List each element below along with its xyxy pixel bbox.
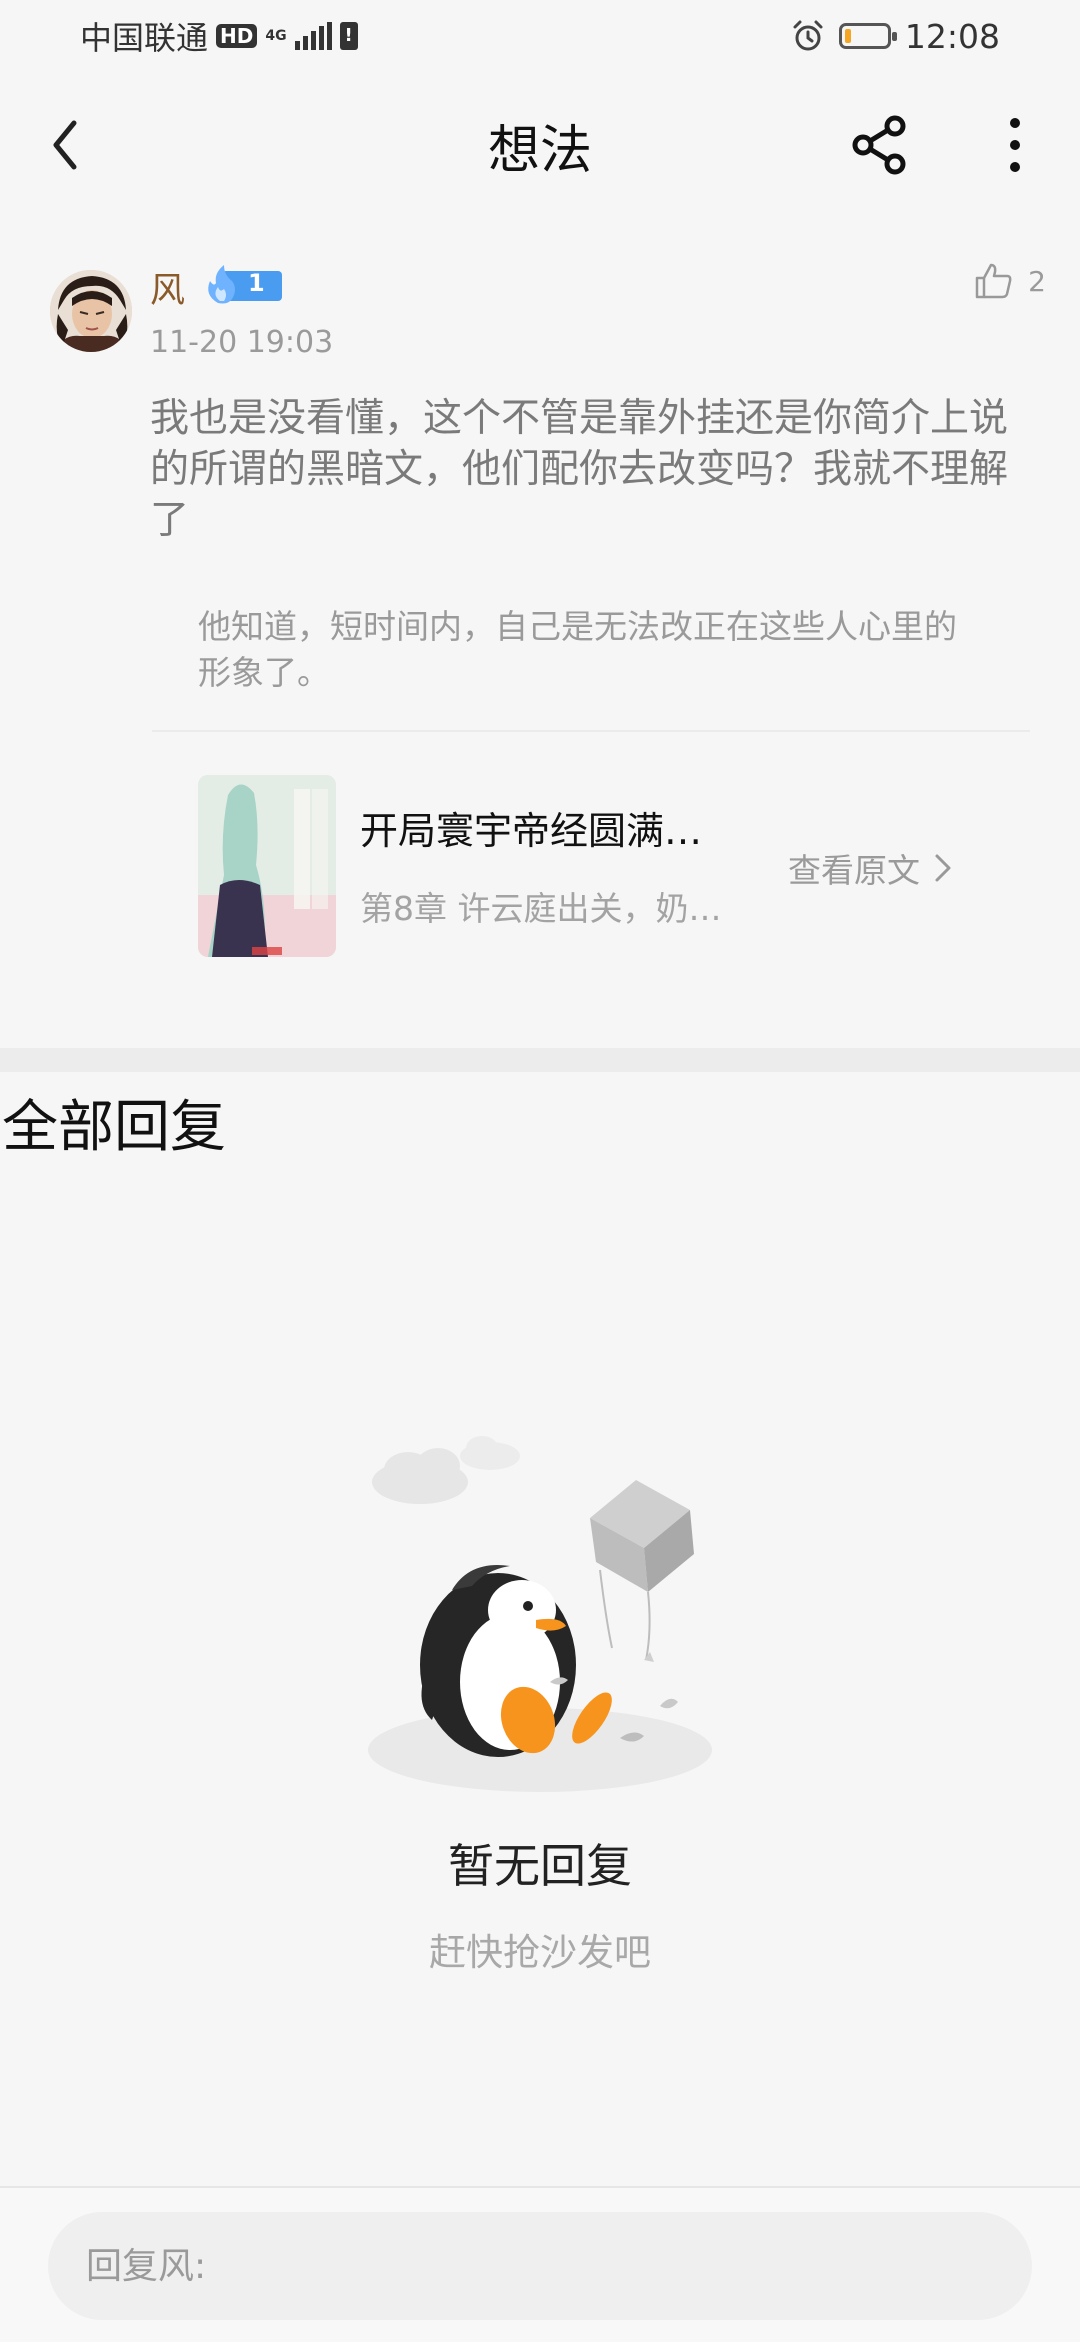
signal-icon [294,22,332,50]
reply-input[interactable] [48,2212,1032,2320]
level-badge: 1 [204,265,282,305]
empty-state-title: 暂无回复 [448,1839,632,1893]
empty-state-illustration [360,1420,730,1810]
section-separator [0,1048,1080,1072]
carrier-name: 中国联通 [80,19,209,57]
sim-alert-icon: ! [339,22,358,50]
hd-badge: HD [216,24,258,48]
author-name[interactable]: 风 [150,262,185,313]
empty-state-subtitle: 赶快抢沙发吧 [429,1931,651,1974]
quoted-excerpt: 他知道，短时间内，自己是无法改正在这些人心里的形象了。 [198,607,957,692]
divider [152,730,1030,732]
post-content: 我也是没看懂，这个不管是靠外挂还是你简介上说的所谓的黑暗文，他们配你去改变吗？我… [150,396,1009,543]
book-cover-image [198,775,336,957]
avatar-image [50,270,132,352]
view-original-label: 查看原文 [788,851,920,890]
book-title[interactable]: 开局寰宇帝经圆满… [360,800,760,855]
status-bar-left: 中国联通 HD 4G ! [80,14,358,58]
more-vertical-icon [1010,118,1020,172]
battery-level [844,29,851,43]
reply-bar [0,2186,1080,2342]
all-replies-title: 全部回复 [2,1095,226,1160]
share-button[interactable] [845,110,915,180]
chevron-right-icon [935,854,951,882]
like-count: 2 [1028,264,1046,298]
battery-icon [838,23,897,49]
status-bar-right: 12:08 [791,14,1000,58]
book-chapter: 第8章 许云庭出关，奶… [360,889,722,928]
avatar[interactable] [50,270,132,352]
network-type: 4G [265,28,287,44]
flame-level-icon [208,265,282,304]
penguin-box-icon [368,1436,712,1792]
like-button[interactable]: 2 [974,262,1046,300]
level-number: 1 [248,269,265,297]
share-icon [852,115,906,175]
book-cover[interactable] [198,775,336,957]
more-button[interactable] [990,110,1040,180]
view-original-link[interactable]: 查看原文 [788,844,952,892]
post-time: 11-20 19:03 [150,325,334,360]
alarm-icon [793,20,823,51]
thumbs-up-icon [975,263,1012,299]
clock: 12:08 [904,16,1000,56]
page-title: 想法 [487,121,592,181]
